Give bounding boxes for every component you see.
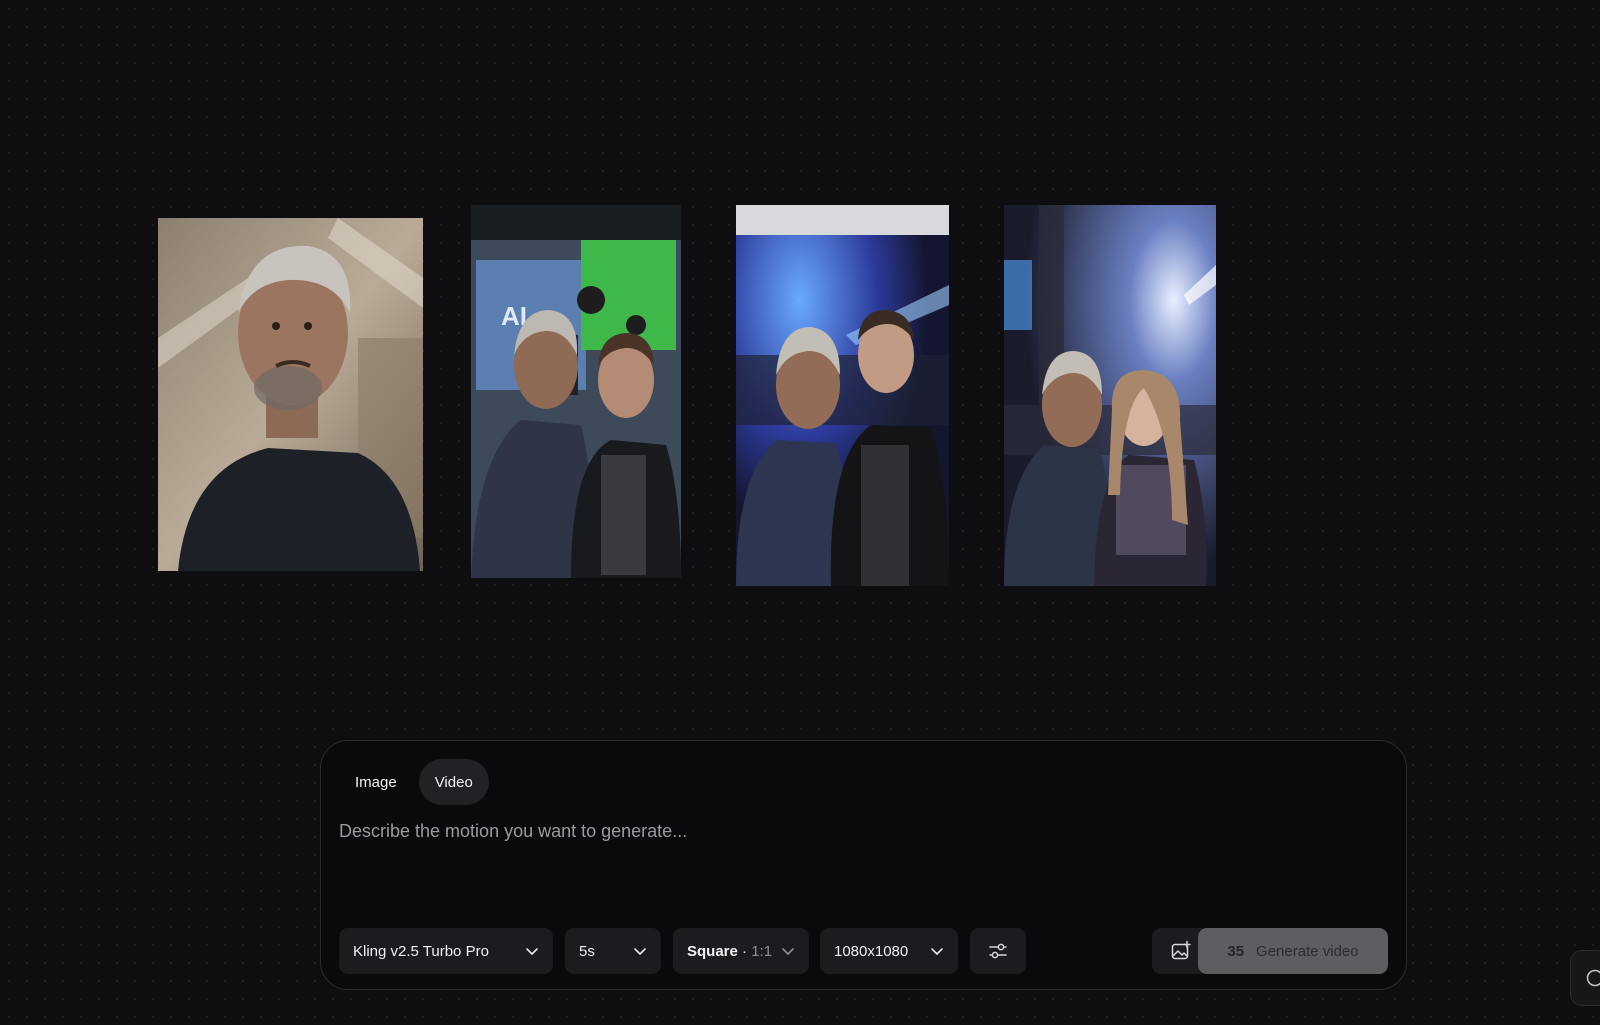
model-select[interactable]: Kling v2.5 Turbo Pro [339, 928, 553, 974]
gallery-image-3[interactable] [736, 205, 949, 586]
image-add-icon [1171, 940, 1191, 960]
duration-select[interactable]: 5s [565, 928, 661, 974]
advanced-settings-button[interactable] [970, 928, 1026, 974]
aspect-ratio-select[interactable]: Square · 1:1 [673, 928, 809, 974]
tab-image[interactable]: Image [339, 759, 413, 805]
generate-video-button[interactable]: 35 Generate video [1198, 928, 1388, 974]
tab-video-label: Video [434, 773, 473, 791]
gallery-image-4[interactable] [1004, 205, 1216, 586]
composer-controls: Kling v2.5 Turbo Pro 5s Square · 1:1 108… [339, 928, 1388, 974]
chevron-down-icon [931, 948, 943, 955]
model-select-value: Kling v2.5 Turbo Pro [353, 942, 489, 960]
aspect-ratio-value: Square · 1:1 [687, 943, 772, 960]
chevron-down-icon [782, 948, 794, 955]
mode-tabs: Image Video [339, 759, 489, 805]
resolution-select-value: 1080x1080 [834, 942, 909, 960]
canvas: AI Image Video Describe the motion you w… [0, 0, 1600, 1025]
portrait-photo-icon [1004, 205, 1216, 586]
chat-bubble-icon [1586, 969, 1600, 987]
prompt-composer: Image Video Kling v2.5 Turbo Pro 5s [320, 740, 1407, 990]
aspect-ratio-ratio: 1:1 [751, 942, 773, 960]
aspect-ratio-separator: · [742, 942, 748, 960]
gallery-image-1[interactable] [158, 218, 423, 571]
aspect-ratio-label: Square [687, 942, 738, 960]
sliders-icon [989, 943, 1007, 959]
credit-cost: 35 [1227, 942, 1245, 960]
portrait-photo-icon: AI [471, 205, 681, 578]
chevron-down-icon [526, 948, 538, 955]
portrait-photo-icon [158, 218, 423, 571]
generate-video-label: Generate video [1256, 942, 1359, 960]
resolution-select[interactable]: 1080x1080 [820, 928, 958, 974]
duration-select-value: 5s [579, 942, 595, 960]
tab-video[interactable]: Video [418, 759, 489, 805]
portrait-photo-icon [736, 205, 949, 586]
help-button[interactable] [1570, 950, 1600, 1006]
tab-image-label: Image [355, 773, 397, 791]
motion-prompt-input[interactable] [339, 821, 1379, 881]
chevron-down-icon [634, 948, 646, 955]
gallery-image-2[interactable]: AI [471, 205, 681, 578]
